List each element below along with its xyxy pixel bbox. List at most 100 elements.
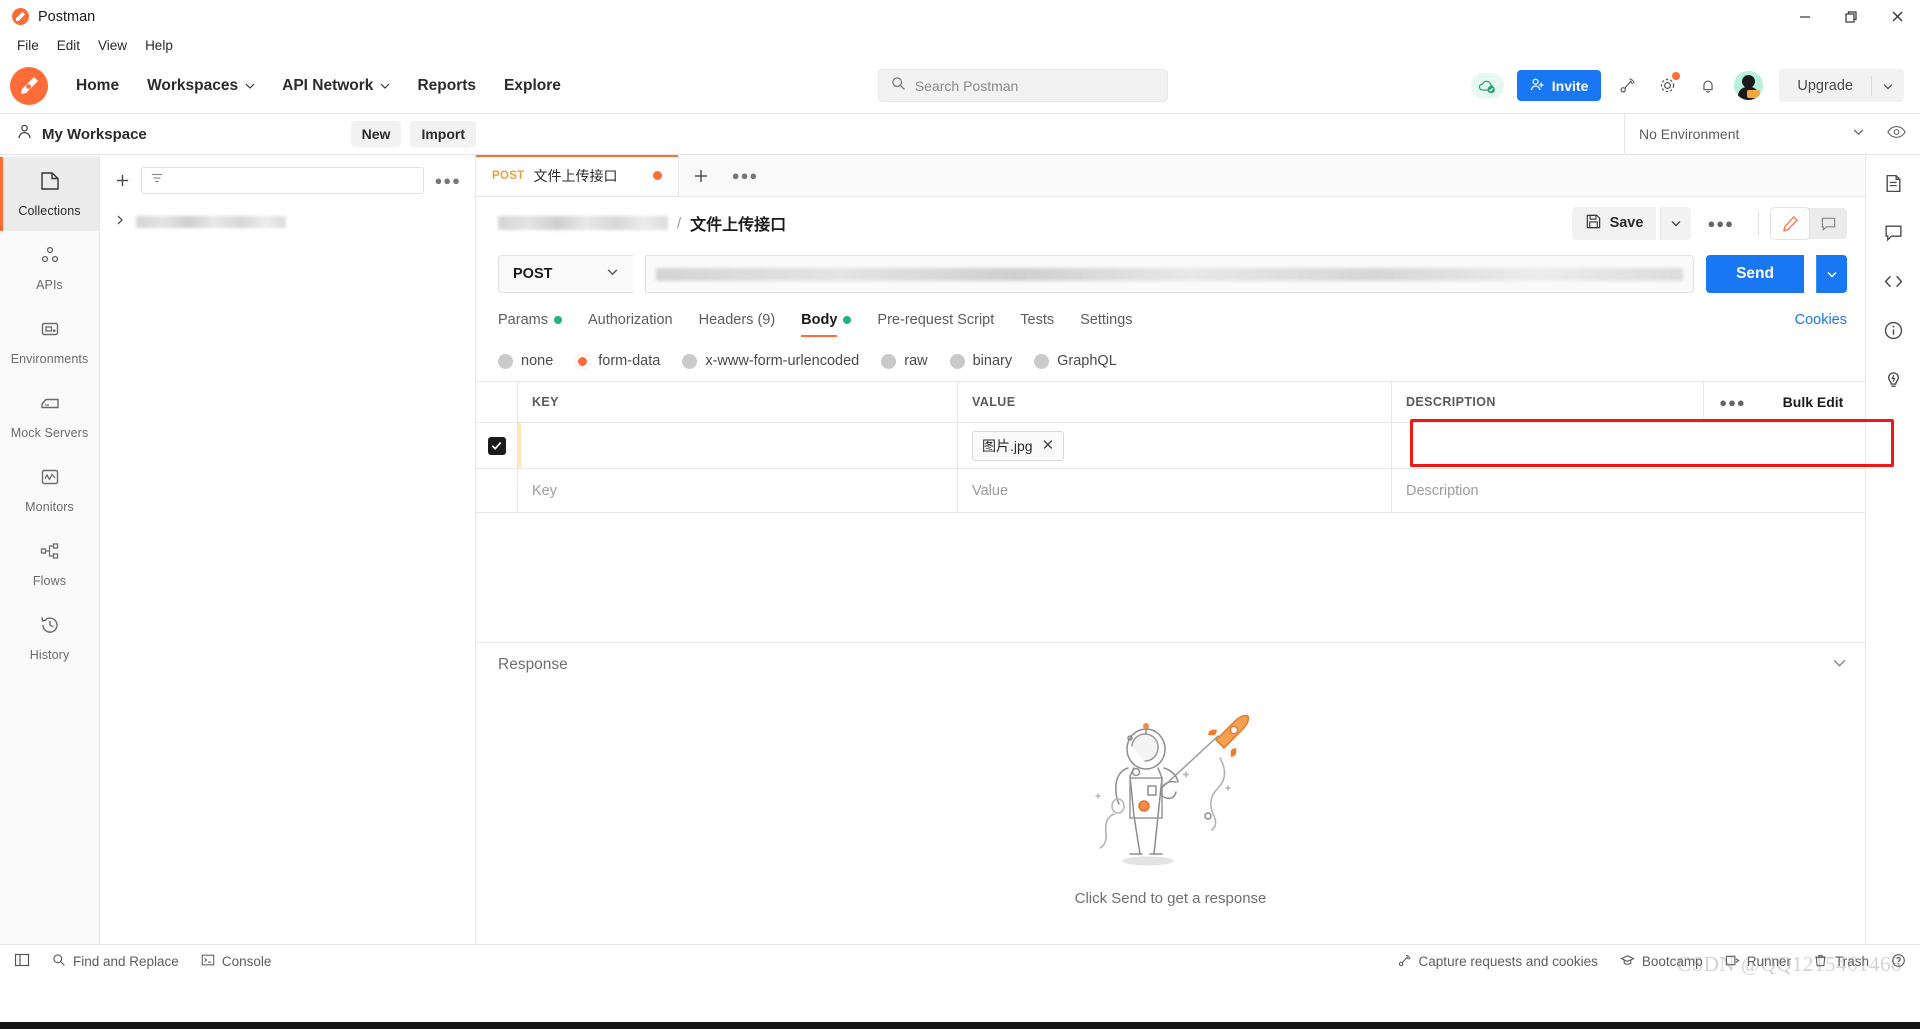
table-placeholder-row[interactable]: Key Value Description <box>476 469 1865 513</box>
invite-button[interactable]: Invite <box>1516 70 1602 101</box>
code-icon[interactable] <box>1883 271 1904 292</box>
import-button[interactable]: Import <box>410 121 476 147</box>
sidebar-item-monitors[interactable]: Monitors <box>0 453 99 527</box>
body-type-form-data[interactable]: form-data <box>575 353 660 369</box>
gear-icon[interactable] <box>1654 72 1681 99</box>
row-value-file-cell[interactable]: 图片.jpg ✕ <box>958 423 1392 468</box>
nav-explore[interactable]: Explore <box>490 71 575 101</box>
menu-item-view[interactable]: View <box>89 36 136 55</box>
tab-settings[interactable]: Settings <box>1080 299 1132 341</box>
sidebar-toggle-button[interactable] <box>14 952 30 971</box>
bulk-edit-button[interactable]: Bulk Edit <box>1761 382 1865 422</box>
restore-icon[interactable] <box>1828 0 1874 33</box>
chevron-down-icon[interactable] <box>1872 80 1904 92</box>
sidebar-item-mock-servers[interactable]: Mock Servers <box>0 379 99 453</box>
send-button[interactable]: Send <box>1706 255 1804 293</box>
nav-reports-label: Reports <box>417 76 477 94</box>
new-button[interactable]: New <box>350 121 402 147</box>
tab-params[interactable]: Params <box>498 299 562 341</box>
row-checkbox-cell[interactable] <box>476 423 518 468</box>
tab-body[interactable]: Body <box>801 299 852 341</box>
http-method-select[interactable]: POST <box>498 255 633 293</box>
satellite-icon[interactable] <box>1614 72 1641 99</box>
row-key-input[interactable] <box>518 423 958 468</box>
nav-reports[interactable]: Reports <box>403 71 490 101</box>
remove-file-icon[interactable]: ✕ <box>1042 438 1055 453</box>
table-row[interactable]: 图片.jpg ✕ <box>476 419 1894 469</box>
nav-home[interactable]: Home <box>62 71 133 101</box>
lightbulb-icon[interactable] <box>1883 369 1904 390</box>
cloud-sync-icon[interactable] <box>1470 72 1504 99</box>
body-type-raw[interactable]: raw <box>881 353 928 369</box>
documentation-icon[interactable] <box>1883 173 1904 194</box>
workspace-bar: My Workspace New Import No Environment <box>0 113 1920 155</box>
sidebar-item-history[interactable]: History <box>0 601 99 675</box>
chevron-down-icon[interactable] <box>1832 655 1847 675</box>
tab-authorization[interactable]: Authorization <box>588 299 673 341</box>
postman-logo-icon[interactable] <box>10 66 48 105</box>
workspace-name[interactable]: My Workspace <box>42 126 147 143</box>
runner-button[interactable]: Runner <box>1725 953 1791 971</box>
row-description-input[interactable] <box>1392 423 1703 468</box>
request-more-icon[interactable]: ●●● <box>1695 216 1746 231</box>
tab-tests-label: Tests <box>1020 312 1055 328</box>
body-type-urlencoded[interactable]: x-www-form-urlencoded <box>682 353 859 369</box>
help-button[interactable] <box>1891 953 1906 971</box>
environment-selector[interactable]: No Environment <box>1624 113 1920 155</box>
send-options-caret[interactable] <box>1816 255 1847 293</box>
collections-more-icon[interactable]: ●●● <box>434 173 461 188</box>
new-tab-button[interactable] <box>679 155 723 196</box>
collections-filter-input[interactable] <box>141 166 425 194</box>
bell-icon[interactable] <box>1694 72 1721 99</box>
tab-tests[interactable]: Tests <box>1020 299 1054 341</box>
placeholder-value-input[interactable]: Value <box>958 469 1392 512</box>
chevron-down-icon[interactable] <box>1852 125 1865 143</box>
comment-icon[interactable] <box>1809 208 1847 239</box>
url-input[interactable] <box>645 255 1695 293</box>
tab-options-icon[interactable]: ●●● <box>723 155 767 196</box>
cookies-link[interactable]: Cookies <box>1795 312 1847 328</box>
upgrade-button[interactable]: Upgrade <box>1779 78 1871 94</box>
tab-headers[interactable]: Headers (9) <box>699 299 776 341</box>
eye-icon[interactable] <box>1887 125 1906 144</box>
search-input[interactable]: Search Postman <box>877 69 1168 102</box>
chevron-right-icon[interactable] <box>114 213 126 231</box>
minimize-icon[interactable] <box>1782 0 1828 33</box>
nav-workspaces[interactable]: Workspaces <box>133 71 268 101</box>
close-icon[interactable] <box>1874 0 1920 33</box>
sidebar-item-flows[interactable]: Flows <box>0 527 99 601</box>
placeholder-checkbox-cell[interactable] <box>476 469 518 512</box>
sidebar-item-collections[interactable]: Collections <box>0 157 99 231</box>
console-button[interactable]: Console <box>201 953 271 970</box>
placeholder-description-input[interactable]: Description <box>1392 469 1703 512</box>
menu-item-edit[interactable]: Edit <box>48 36 89 55</box>
menu-item-file[interactable]: File <box>8 36 48 55</box>
sidebar-item-environments[interactable]: Environments <box>0 305 99 379</box>
comments-icon[interactable] <box>1883 222 1904 243</box>
save-options-caret[interactable] <box>1660 206 1692 240</box>
menu-item-help[interactable]: Help <box>136 36 182 55</box>
placeholder-key-input[interactable]: Key <box>518 469 958 512</box>
body-type-graphql[interactable]: GraphQL <box>1034 353 1117 369</box>
request-tab[interactable]: POST 文件上传接口 <box>476 155 679 196</box>
sidebar-item-apis[interactable]: APIs <box>0 231 99 305</box>
body-type-binary[interactable]: binary <box>949 353 1012 369</box>
body-type-none[interactable]: none <box>498 353 553 369</box>
nav-api-network[interactable]: API Network <box>268 71 403 101</box>
find-and-replace-button[interactable]: Find and Replace <box>52 953 179 970</box>
checkbox-checked-icon[interactable] <box>487 436 506 455</box>
breadcrumb-actions: Save ●●● <box>1571 206 1847 240</box>
pencil-icon[interactable] <box>1771 207 1809 239</box>
bootcamp-button[interactable]: Bootcamp <box>1619 953 1703 971</box>
capture-requests-button[interactable]: Capture requests and cookies <box>1397 953 1598 971</box>
table-options-icon[interactable]: ●●● <box>1703 382 1761 422</box>
info-icon[interactable] <box>1883 320 1904 341</box>
file-chip[interactable]: 图片.jpg ✕ <box>972 430 1065 461</box>
tab-pre-request-script[interactable]: Pre-request Script <box>877 299 994 341</box>
save-button[interactable]: Save <box>1571 206 1657 240</box>
breadcrumb-collection-redacted[interactable] <box>498 216 668 230</box>
collection-list-item[interactable] <box>100 205 475 239</box>
avatar[interactable] <box>1734 71 1764 100</box>
trash-button[interactable]: Trash <box>1813 953 1869 971</box>
plus-icon[interactable] <box>114 172 131 189</box>
